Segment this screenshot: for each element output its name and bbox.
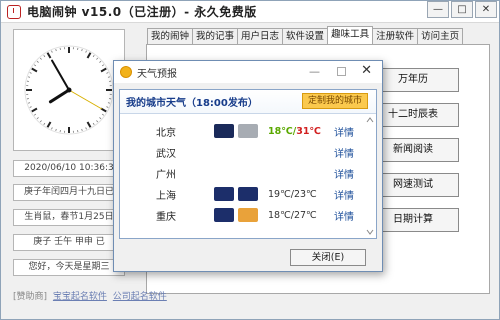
sun-icon bbox=[120, 66, 132, 78]
sponsor-bar: [赞助商] 宝宝起名软件 公司起名软件 bbox=[13, 289, 167, 302]
weather-temperature: 19℃/23℃ bbox=[268, 188, 317, 200]
maximize-button[interactable]: □ bbox=[451, 1, 473, 18]
sponsor-link-company-naming[interactable]: 公司起名软件 bbox=[113, 292, 167, 302]
close-dialog-button[interactable]: 关闭(E) bbox=[290, 249, 366, 266]
main-tabs: 我的闹钟 我的记事 用户日志 软件设置 趣味工具 注册软件 访问主页 bbox=[147, 26, 464, 44]
weather-minimize-button[interactable]: — bbox=[309, 65, 320, 78]
tab-my-notes[interactable]: 我的记事 bbox=[192, 28, 239, 44]
weather-row: 上海 19℃/23℃ 详情 bbox=[128, 185, 368, 203]
analog-clock-panel bbox=[13, 29, 125, 151]
zodiac-display: 生肖鼠，春节1月25日 bbox=[13, 209, 125, 226]
rain-icon bbox=[214, 208, 234, 222]
weather-window-title: 天气预报 bbox=[137, 68, 177, 80]
weather-row: 北京 18℃/31℃ 详情 bbox=[128, 122, 368, 140]
main-title-bar[interactable]: 电脑闹钟 v15.0（已注册）- 永久免费版 bbox=[1, 1, 499, 23]
cloudy-night-icon bbox=[214, 124, 234, 138]
weather-header: 我的城市天气（18:00发布） 定制我的城市 bbox=[120, 90, 376, 114]
rain-icon bbox=[238, 187, 258, 201]
weather-row: 重庆 18℃/27℃ 详情 bbox=[128, 206, 368, 224]
weather-detail-link[interactable]: 详情 bbox=[334, 145, 354, 160]
overcast-icon bbox=[238, 124, 258, 138]
partly-sunny-icon bbox=[238, 208, 258, 222]
greeting-display: 您好，今天是星期三 bbox=[13, 259, 125, 276]
weather-city-name: 广州 bbox=[156, 169, 176, 181]
datetime-display: 2020/06/10 10:36:3 bbox=[13, 160, 125, 177]
tab-homepage[interactable]: 访问主页 bbox=[417, 28, 464, 44]
alarm-clock-icon bbox=[7, 4, 21, 19]
weather-temperature: 18℃/31℃ bbox=[268, 125, 321, 137]
custom-city-button[interactable]: 定制我的城市 bbox=[301, 93, 368, 109]
weather-detail-link[interactable]: 详情 bbox=[334, 187, 354, 202]
close-button[interactable]: ✕ bbox=[475, 1, 497, 18]
rain-icon bbox=[214, 187, 234, 201]
sponsor-link-baby-naming[interactable]: 宝宝起名软件 bbox=[53, 292, 107, 302]
weather-maximize-button[interactable] bbox=[337, 67, 346, 76]
weather-city-name: 北京 bbox=[156, 127, 176, 139]
minimize-button[interactable]: — bbox=[427, 1, 449, 18]
tab-register[interactable]: 注册软件 bbox=[372, 28, 419, 44]
app-title: 电脑闹钟 v15.0（已注册）- 永久免费版 bbox=[27, 5, 257, 19]
weather-dialog: 天气预报 — ✕ 我的城市天气（18:00发布） 定制我的城市 北京 18℃/31… bbox=[113, 60, 383, 272]
weather-close-button[interactable]: ✕ bbox=[361, 63, 372, 78]
lunar-date-display: 庚子年闰四月十九日已 bbox=[13, 184, 125, 201]
window-controls: — □ ✕ bbox=[427, 1, 497, 18]
tab-my-alarms[interactable]: 我的闹钟 bbox=[147, 28, 194, 44]
weather-row: 武汉 详情 bbox=[128, 143, 368, 161]
weather-temperature: 18℃/27℃ bbox=[268, 209, 317, 221]
weather-scrollbar[interactable] bbox=[366, 116, 374, 236]
clock-center bbox=[66, 87, 72, 93]
weather-city-name: 上海 bbox=[156, 190, 176, 202]
weather-city-name: 重庆 bbox=[156, 211, 176, 223]
weather-detail-link[interactable]: 详情 bbox=[334, 124, 354, 139]
tab-fun-tools[interactable]: 趣味工具 bbox=[327, 26, 374, 44]
weather-detail-link[interactable]: 详情 bbox=[334, 208, 354, 223]
sponsor-label: [赞助商] bbox=[13, 292, 48, 302]
analog-clock bbox=[24, 45, 114, 135]
weather-detail-link[interactable]: 详情 bbox=[334, 166, 354, 181]
tab-user-log[interactable]: 用户日志 bbox=[237, 28, 284, 44]
weather-heading: 我的城市天气（18:00发布） bbox=[126, 98, 258, 109]
ganzhi-display: 庚子 壬午 甲申 已 bbox=[13, 234, 125, 251]
tab-settings[interactable]: 软件设置 bbox=[282, 28, 329, 44]
weather-city-name: 武汉 bbox=[156, 148, 176, 160]
weather-content: 我的城市天气（18:00发布） 定制我的城市 北京 18℃/31℃ 详情 武汉 详情 广州… bbox=[119, 89, 377, 239]
weather-row: 广州 详情 bbox=[128, 164, 368, 182]
